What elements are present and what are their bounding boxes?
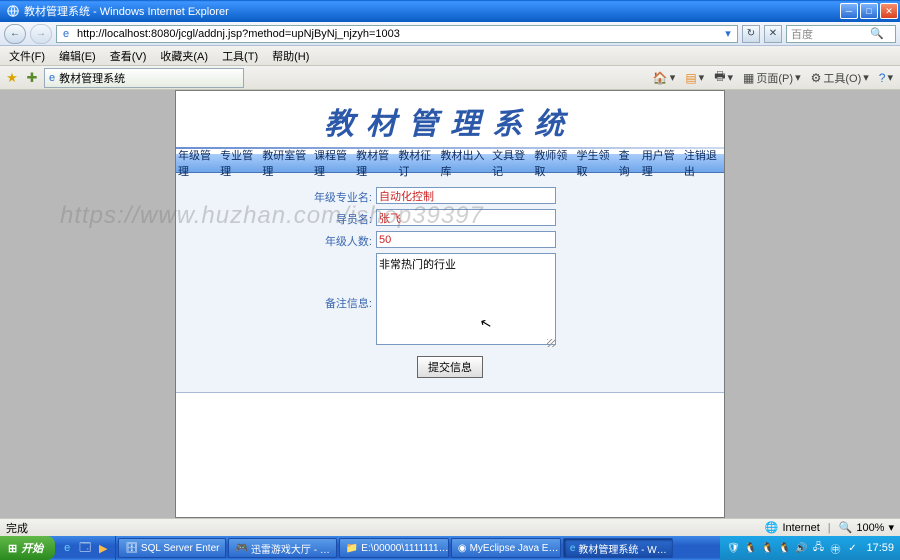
tray-network-icon[interactable]: 🖧 (811, 541, 825, 555)
page-icon: e (59, 28, 73, 40)
nav-user[interactable]: 用户管理 (640, 147, 682, 179)
input-tutor[interactable] (376, 209, 556, 226)
search-box[interactable]: 🔍 (786, 25, 896, 43)
ql-desktop-icon[interactable]: 🗔 (77, 540, 93, 556)
task-eclipse[interactable]: ◉MyEclipse Java E… (451, 538, 561, 558)
tray-volume-icon[interactable]: 🔊 (794, 541, 808, 555)
textarea-remark[interactable]: 非常热门的行业 (376, 253, 556, 345)
clock[interactable]: 17:59 (862, 542, 894, 554)
nav-query[interactable]: 查询 (617, 147, 640, 179)
home-icon: 🏠 (653, 71, 668, 85)
nav-grade[interactable]: 年级管理 (176, 147, 218, 179)
ql-media-icon[interactable]: ▶ (95, 540, 111, 556)
resize-handle[interactable] (547, 339, 555, 347)
tray-qq2-icon[interactable]: 🐧 (760, 541, 774, 555)
gear-icon: ⚙ (811, 71, 822, 85)
print-tool[interactable]: 🖶▾ (711, 65, 736, 90)
tab-toolbar: ★ ✚ e 教材管理系统 🏠▾ ▤▾ 🖶▾ ▦页面(P)▾ ⚙工具(O)▾ ?▾ (0, 66, 900, 90)
dropdown-icon[interactable]: ▾ (721, 27, 735, 40)
zoom-icon: 🔍 (839, 521, 853, 534)
zoom-control[interactable]: 🔍 100% ▾ (839, 521, 894, 534)
nav-stock[interactable]: 教材出入库 (438, 147, 490, 179)
nav-student[interactable]: 学生领取 (574, 147, 616, 179)
tray-qq3-icon[interactable]: 🐧 (777, 541, 791, 555)
windows-logo-icon: ⊞ (8, 542, 17, 555)
search-input[interactable] (787, 28, 867, 40)
task-ie[interactable]: e教材管理系统 - W… (563, 538, 673, 558)
chevron-down-icon: ▾ (888, 521, 894, 534)
browser-menubar: 文件(F) 编辑(E) 查看(V) 收藏夹(A) 工具(T) 帮助(H) (0, 46, 900, 66)
tab-title: 教材管理系统 (59, 70, 125, 86)
tray-shield-icon[interactable]: 🛡 (726, 541, 740, 555)
tray-qq1-icon[interactable]: 🐧 (743, 541, 757, 555)
input-major[interactable] (376, 187, 556, 204)
url-input[interactable] (75, 28, 719, 40)
page-icon: ▦ (743, 71, 754, 85)
form-panel: 年级专业名: 导员名: 年级人数: 备注信息: 非常热门的行业 (176, 173, 724, 393)
feed-tool[interactable]: ▤▾ (682, 69, 707, 87)
tray-safe-icon[interactable]: ✓ (845, 541, 859, 555)
task-sql[interactable]: 🗄SQL Server Enter (118, 538, 226, 558)
web-page: 教材管理系统 年级管理 专业管理 教研室管理 课程管理 教材管理 教材征订 教材… (175, 90, 725, 518)
label-tutor: 导员名: (176, 209, 376, 227)
nav-major[interactable]: 专业管理 (218, 147, 260, 179)
print-icon: 🖶 (714, 67, 725, 88)
page-title: 教材管理系统 (176, 91, 724, 153)
help-icon: ? (879, 71, 886, 85)
rss-icon: ▤ (685, 71, 696, 85)
close-button[interactable]: ✕ (880, 3, 898, 19)
window-titlebar: 教材管理系统 - Windows Internet Explorer ─ □ ✕ (0, 0, 900, 22)
tab-favicon: e (49, 72, 55, 84)
nav-textbook[interactable]: 教材管理 (354, 147, 396, 179)
menu-file[interactable]: 文件(F) (4, 46, 50, 66)
app-menubar: 年级管理 专业管理 教研室管理 课程管理 教材管理 教材征订 教材出入库 文具登… (176, 153, 724, 173)
menu-favorites[interactable]: 收藏夹(A) (155, 46, 213, 66)
maximize-button[interactable]: □ (860, 3, 878, 19)
browser-tab[interactable]: e 教材管理系统 (44, 68, 244, 88)
add-favorites-icon[interactable]: ✚ (24, 70, 40, 86)
submit-button[interactable]: 提交信息 (417, 356, 483, 378)
menu-tools[interactable]: 工具(T) (217, 46, 263, 66)
task-xunlei[interactable]: 🎮迅雷游戏大厅 - … (228, 538, 336, 558)
minimize-button[interactable]: ─ (840, 3, 858, 19)
search-icon[interactable]: 🔍 (867, 27, 887, 40)
nav-toolbar: ← → e ▾ ↻ ✕ 🔍 (0, 22, 900, 46)
status-bar: 完成 🌐 Internet | 🔍 100% ▾ (0, 518, 900, 536)
nav-dept[interactable]: 教研室管理 (260, 147, 312, 179)
nav-order[interactable]: 教材征订 (396, 147, 438, 179)
page-tool[interactable]: ▦页面(P)▾ (740, 68, 804, 88)
label-count: 年级人数: (176, 231, 376, 249)
label-major: 年级专业名: (176, 187, 376, 205)
home-tool[interactable]: 🏠▾ (650, 69, 678, 87)
stop-button[interactable]: ✕ (764, 25, 782, 43)
refresh-button[interactable]: ↻ (742, 25, 760, 43)
forward-button[interactable]: → (30, 24, 52, 44)
menu-edit[interactable]: 编辑(E) (54, 46, 101, 66)
tray-ime-icon[interactable]: ㊥ (828, 541, 842, 555)
label-remark: 备注信息: (176, 253, 376, 311)
menu-view[interactable]: 查看(V) (105, 46, 152, 66)
content-viewport: https://www.huzhan.com/ishop39397 教材管理系统… (0, 90, 900, 518)
nav-teacher[interactable]: 教师领取 (532, 147, 574, 179)
ie-icon (6, 4, 20, 18)
nav-logout[interactable]: 注销退出 (682, 147, 724, 179)
nav-course[interactable]: 课程管理 (312, 147, 354, 179)
input-count[interactable] (376, 231, 556, 248)
tools-tool[interactable]: ⚙工具(O)▾ (808, 68, 872, 88)
security-zone[interactable]: 🌐 Internet (765, 521, 820, 534)
address-bar[interactable]: e ▾ (56, 25, 738, 43)
ql-ie-icon[interactable]: e (59, 540, 75, 556)
nav-stationery[interactable]: 文具登记 (490, 147, 532, 179)
menu-help[interactable]: 帮助(H) (267, 46, 314, 66)
back-button[interactable]: ← (4, 24, 26, 44)
favorites-icon[interactable]: ★ (4, 70, 20, 86)
help-tool[interactable]: ?▾ (876, 69, 896, 87)
window-title: 教材管理系统 - Windows Internet Explorer (24, 3, 840, 19)
task-folder[interactable]: 📁E:\00000\1111111… (339, 538, 449, 558)
status-text: 完成 (6, 520, 28, 536)
globe-icon: 🌐 (765, 521, 779, 534)
